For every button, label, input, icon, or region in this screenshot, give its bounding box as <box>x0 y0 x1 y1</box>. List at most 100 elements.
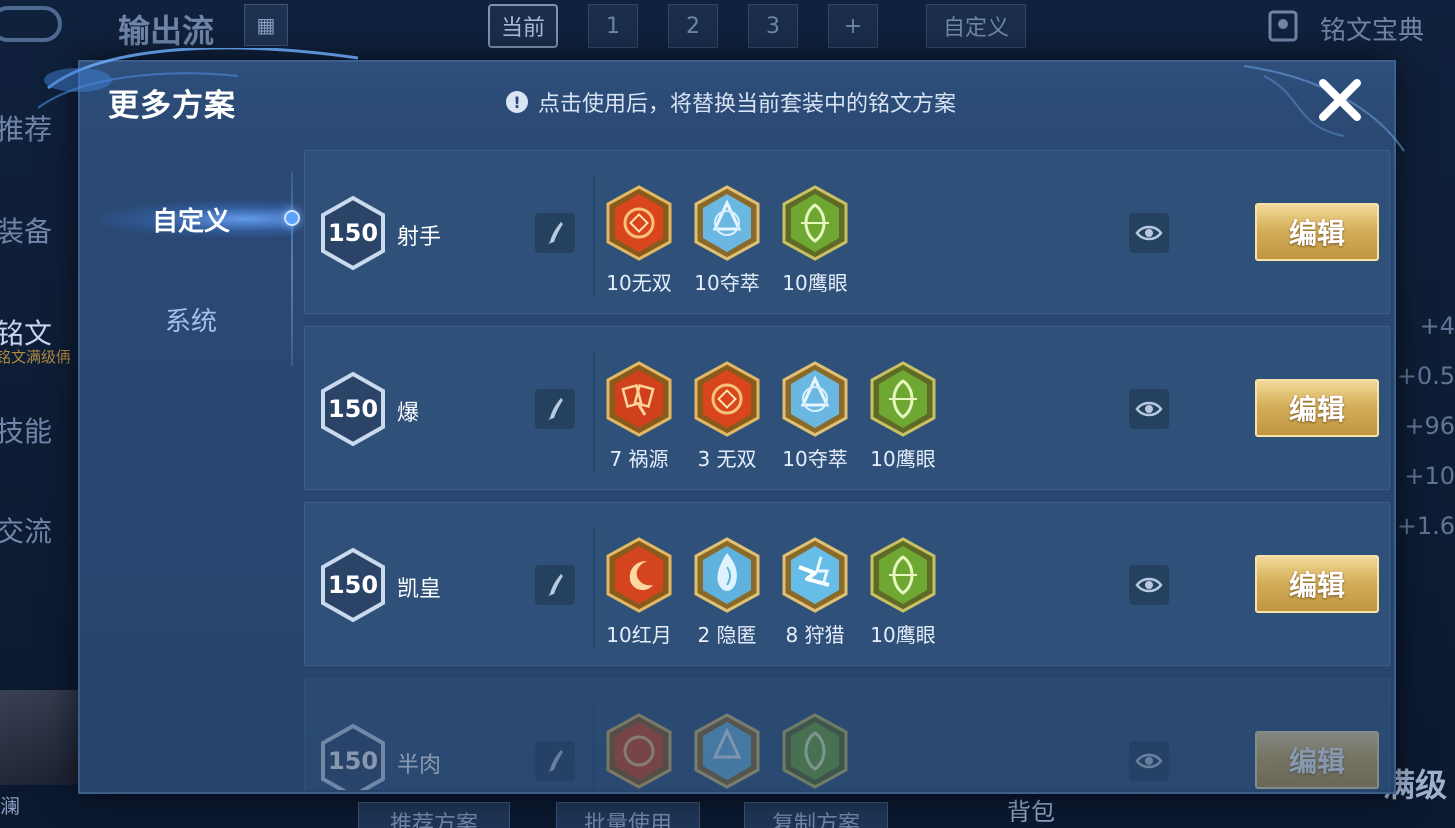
row-divider <box>593 703 595 790</box>
bg-tab-current[interactable]: 当前 <box>488 4 558 48</box>
rune-duocui-icon <box>782 361 848 437</box>
rename-button[interactable] <box>535 565 575 605</box>
tab-custom[interactable]: 自定义 <box>80 184 302 254</box>
edit-button[interactable]: 编辑 <box>1255 731 1379 789</box>
more-schemes-dialog: 更多方案 ! 点击使用后，将替换当前套装中的铭文方案 自定义 系统 150 射手… <box>38 48 1405 794</box>
bg-tab-2[interactable]: 2 <box>668 4 718 48</box>
bg-tab-3[interactable]: 3 <box>748 4 798 48</box>
rune-item[interactable]: 7 祸源 <box>605 361 673 472</box>
level-badge: 150 <box>319 547 387 623</box>
edit-button[interactable]: 编辑 <box>1255 555 1379 613</box>
bg-recommend-button[interactable]: 推荐方案 <box>358 802 510 828</box>
rune-hongyue-icon <box>606 537 672 613</box>
bg-stat-value: +10 <box>1404 462 1455 490</box>
rune-huoyuan-icon <box>606 361 672 437</box>
bg-copy-button[interactable]: 复制方案 <box>744 802 888 828</box>
preview-button[interactable] <box>1129 741 1169 781</box>
scheme-name: 凯皇 <box>397 577 442 602</box>
rune-item[interactable]: 3 无双 <box>693 361 761 472</box>
scheme-name: 射手 <box>397 225 442 250</box>
level-badge: 150 <box>319 195 387 271</box>
rune-yinni-icon <box>694 537 760 613</box>
rune-yingyan-icon <box>782 185 848 261</box>
brush-icon <box>548 398 563 420</box>
tab-system[interactable]: 系统 <box>80 284 302 354</box>
dialog-title: 更多方案 <box>108 88 236 124</box>
rune-item[interactable]: 2 隐匿 <box>693 537 761 648</box>
brush-icon <box>548 222 563 244</box>
scheme-name: 半肉 <box>397 753 442 778</box>
bg-stat-value: +4 <box>1419 312 1455 340</box>
rune-label: 10红月 <box>606 623 672 647</box>
level-number: 150 <box>327 747 379 775</box>
hero-avatar[interactable] <box>0 690 78 785</box>
rune-list: 7 祸源 3 无双 10夺萃 10鹰眼 <box>605 361 937 472</box>
bg-tab-add[interactable]: + <box>828 4 878 48</box>
back-icon[interactable] <box>0 6 62 42</box>
rune-yingyan-icon <box>870 361 936 437</box>
bg-nav-recommend[interactable]: 推荐 <box>0 108 52 148</box>
background-topbar: 输出流 ▦ 当前 1 2 3 + 自定义 铭文宝典 <box>0 0 1455 56</box>
edit-button[interactable]: 编辑 <box>1255 203 1379 261</box>
brush-icon <box>548 750 563 772</box>
scheme-row: 150 半肉 编辑 <box>304 678 1390 790</box>
rune-duocui-icon <box>694 713 760 789</box>
bg-nav-skill[interactable]: 技能 <box>0 410 52 450</box>
rune-yingyan-icon <box>870 537 936 613</box>
row-divider <box>593 527 595 647</box>
eye-icon <box>1135 225 1163 241</box>
tab-custom-label: 自定义 <box>151 206 230 237</box>
preview-button[interactable] <box>1129 565 1169 605</box>
eye-icon <box>1135 401 1163 417</box>
scheme-row: 150 射手 10无双 10夺萃 10鹰眼 编辑 <box>304 150 1390 314</box>
rune-label: 8 狩猎 <box>785 623 845 647</box>
rune-item[interactable]: 8 狩猎 <box>781 537 849 648</box>
preview-button[interactable] <box>1129 389 1169 429</box>
rename-button[interactable] <box>535 741 575 781</box>
bag-label[interactable]: 背包 <box>1007 792 1055 827</box>
bg-tab-custom[interactable]: 自定义 <box>926 4 1026 48</box>
rune-label: 10鹰眼 <box>870 447 936 471</box>
preview-button[interactable] <box>1129 213 1169 253</box>
bg-batch-button[interactable]: 批量使用 <box>556 802 700 828</box>
rune-item[interactable] <box>781 713 849 790</box>
codex-icon[interactable] <box>1268 10 1298 51</box>
close-button[interactable] <box>1314 74 1366 126</box>
rune-label: 10无双 <box>606 271 672 295</box>
rename-button[interactable] <box>535 213 575 253</box>
scheme-list[interactable]: 150 射手 10无双 10夺萃 10鹰眼 编辑 150 爆 7 祸源 3 无双… <box>304 150 1392 790</box>
rune-item[interactable]: 10红月 <box>605 537 673 648</box>
rune-label: 7 祸源 <box>609 447 669 471</box>
rune-item[interactable]: 10鹰眼 <box>869 361 937 472</box>
hero-name: 澜 <box>0 794 20 818</box>
rune-item[interactable]: 10鹰眼 <box>781 185 849 296</box>
rune-item[interactable]: 10鹰眼 <box>869 537 937 648</box>
grid-icon[interactable]: ▦ <box>244 4 288 46</box>
level-number: 150 <box>327 571 379 599</box>
rune-item[interactable]: 10夺萃 <box>781 361 849 472</box>
notice: ! 点击使用后，将替换当前套装中的铭文方案 <box>506 86 956 118</box>
rune-label: 2 隐匿 <box>697 623 757 647</box>
rune-label: 10夺萃 <box>782 447 848 471</box>
notice-text: 点击使用后，将替换当前套装中的铭文方案 <box>538 92 957 117</box>
codex-label[interactable]: 铭文宝典 <box>1320 10 1424 47</box>
bg-tab-1[interactable]: 1 <box>588 4 638 48</box>
edit-button[interactable]: 编辑 <box>1255 379 1379 437</box>
scheme-category-sidebar: 自定义 系统 <box>80 150 302 790</box>
level-number: 150 <box>327 395 379 423</box>
rune-list <box>605 713 849 790</box>
level-badge: 150 <box>319 723 387 790</box>
bg-nav-exchange[interactable]: 交流 <box>0 510 52 550</box>
scheme-name: 爆 <box>397 401 420 426</box>
rune-label: 10夺萃 <box>694 271 760 295</box>
rune-item[interactable] <box>693 713 761 790</box>
bg-nav-equipment[interactable]: 装备 <box>0 210 52 250</box>
rune-item[interactable]: 10无双 <box>605 185 673 296</box>
rune-duocui-icon <box>694 185 760 261</box>
rename-button[interactable] <box>535 389 575 429</box>
rune-wushuang-icon <box>606 185 672 261</box>
rune-item[interactable]: 10夺萃 <box>693 185 761 296</box>
background-title: 输出流 <box>118 12 215 50</box>
rune-item[interactable] <box>605 713 673 790</box>
scheme-row: 150 爆 7 祸源 3 无双 10夺萃 10鹰眼 编辑 <box>304 326 1390 490</box>
